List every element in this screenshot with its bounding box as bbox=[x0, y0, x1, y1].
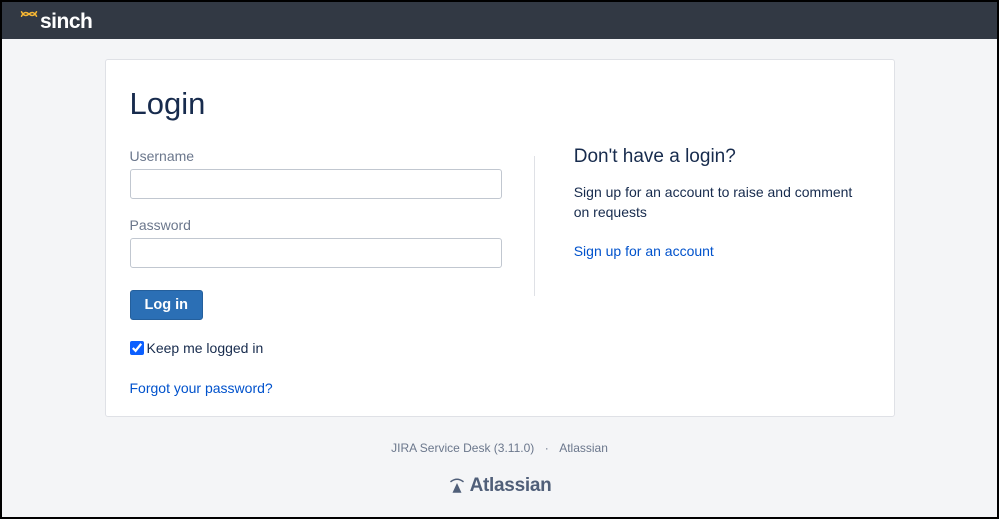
keep-logged-in-row: Keep me logged in bbox=[130, 340, 534, 356]
signup-description: Sign up for an account to raise and comm… bbox=[574, 182, 870, 223]
username-field-group: Username bbox=[130, 148, 534, 199]
login-button[interactable]: Log in bbox=[130, 290, 204, 320]
page-background: Login Username Password Log in Keep me l… bbox=[2, 39, 997, 517]
login-title: Login bbox=[130, 86, 534, 122]
brand-logo[interactable]: sinch bbox=[20, 9, 92, 33]
signup-column: Don't have a login? Sign up for an accou… bbox=[534, 84, 870, 398]
header-bar: sinch bbox=[2, 2, 997, 39]
atlassian-logo-text: Atlassian bbox=[470, 475, 552, 497]
footer-product: JIRA Service Desk (3.11.0) bbox=[391, 441, 534, 455]
login-card: Login Username Password Log in Keep me l… bbox=[105, 59, 895, 417]
keep-logged-in-label: Keep me logged in bbox=[147, 340, 264, 356]
atlassian-icon bbox=[448, 477, 466, 495]
footer: JIRA Service Desk (3.11.0) · Atlassian A… bbox=[2, 439, 997, 497]
footer-separator: · bbox=[545, 441, 549, 455]
signup-title: Don't have a login? bbox=[574, 146, 870, 168]
password-label: Password bbox=[130, 217, 534, 233]
password-input[interactable] bbox=[130, 238, 502, 268]
brand-name: sinch bbox=[40, 10, 92, 34]
sinch-icon bbox=[20, 8, 38, 20]
username-label: Username bbox=[130, 148, 534, 164]
atlassian-logo[interactable]: Atlassian bbox=[2, 475, 997, 497]
footer-vendor-link[interactable]: Atlassian bbox=[559, 441, 608, 455]
login-form-column: Login Username Password Log in Keep me l… bbox=[130, 84, 534, 398]
signup-link[interactable]: Sign up for an account bbox=[574, 243, 714, 259]
vertical-divider bbox=[534, 156, 535, 296]
username-input[interactable] bbox=[130, 169, 502, 199]
forgot-password-link[interactable]: Forgot your password? bbox=[130, 380, 273, 396]
keep-logged-in-checkbox[interactable] bbox=[130, 341, 144, 355]
password-field-group: Password bbox=[130, 217, 534, 268]
